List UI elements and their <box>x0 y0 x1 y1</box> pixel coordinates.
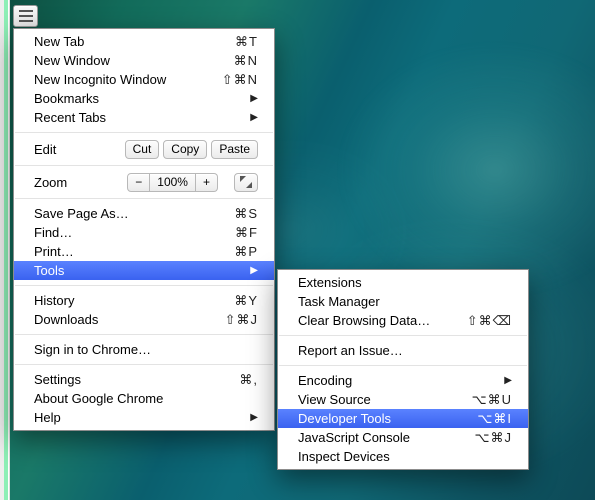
menu-separator <box>15 334 273 335</box>
menu-item-about[interactable]: About Google Chrome <box>14 389 274 408</box>
edit-copy-button[interactable]: Copy <box>163 140 207 159</box>
submenu-arrow-icon: ▶ <box>250 412 258 423</box>
menu-label: Inspect Devices <box>298 449 512 464</box>
submenu-item-js-console[interactable]: JavaScript Console ⌥⌘J <box>278 428 528 447</box>
menu-item-history[interactable]: History ⌘Y <box>14 291 274 310</box>
menu-separator <box>15 198 273 199</box>
menu-item-settings[interactable]: Settings ⌘, <box>14 370 274 389</box>
submenu-arrow-icon: ▶ <box>250 265 258 276</box>
submenu-arrow-icon: ▶ <box>250 112 258 123</box>
menu-label: Zoom <box>34 175 119 190</box>
browser-edge-strip <box>0 0 10 500</box>
menu-label: Find… <box>34 225 235 240</box>
menu-accel: ⌘S <box>234 206 258 222</box>
menu-label: Encoding <box>298 373 498 388</box>
submenu-item-encoding[interactable]: Encoding ▶ <box>278 371 528 390</box>
fullscreen-button[interactable] <box>234 173 258 192</box>
chrome-main-menu: New Tab ⌘T New Window ⌘N New Incognito W… <box>13 28 275 431</box>
menu-accel: ⌘, <box>239 372 258 388</box>
menu-separator <box>15 285 273 286</box>
menu-item-save-page[interactable]: Save Page As… ⌘S <box>14 204 274 223</box>
menu-label: Print… <box>34 244 234 259</box>
menu-item-recent-tabs[interactable]: Recent Tabs ▶ <box>14 108 274 127</box>
menu-label: Report an Issue… <box>298 343 512 358</box>
menu-separator <box>15 364 273 365</box>
menu-item-find[interactable]: Find… ⌘F <box>14 223 274 242</box>
menu-accel: ⌘T <box>235 34 258 50</box>
submenu-item-clear-data[interactable]: Clear Browsing Data… ⇧⌘⌫ <box>278 311 528 330</box>
menu-accel: ⌘P <box>234 244 258 260</box>
menu-item-bookmarks[interactable]: Bookmarks ▶ <box>14 89 274 108</box>
menu-label: View Source <box>298 392 472 407</box>
submenu-arrow-icon: ▶ <box>504 375 512 386</box>
menu-item-help[interactable]: Help ▶ <box>14 408 274 427</box>
menu-item-tools[interactable]: Tools ▶ <box>14 261 274 280</box>
menu-accel: ⇧⌘⌫ <box>467 313 512 329</box>
menu-label: Extensions <box>298 275 512 290</box>
zoom-level: 100% <box>150 173 196 192</box>
submenu-item-extensions[interactable]: Extensions <box>278 273 528 292</box>
menu-item-zoom: Zoom − 100% + <box>14 171 274 193</box>
submenu-arrow-icon: ▶ <box>250 93 258 104</box>
submenu-item-view-source[interactable]: View Source ⌥⌘U <box>278 390 528 409</box>
zoom-in-button[interactable]: + <box>196 173 218 192</box>
menu-item-new-incognito[interactable]: New Incognito Window ⇧⌘N <box>14 70 274 89</box>
menu-accel: ⌥⌘J <box>475 430 512 446</box>
menu-label: History <box>34 293 234 308</box>
menu-label: Clear Browsing Data… <box>298 313 467 328</box>
menu-label: Edit <box>34 142 117 157</box>
menu-accel: ⌘N <box>234 53 258 69</box>
menu-label: Sign in to Chrome… <box>34 342 258 357</box>
menu-label: About Google Chrome <box>34 391 258 406</box>
menu-accel: ⇧⌘N <box>222 72 258 88</box>
edit-cut-button[interactable]: Cut <box>125 140 160 159</box>
menu-item-sign-in[interactable]: Sign in to Chrome… <box>14 340 274 359</box>
menu-label: Recent Tabs <box>34 110 244 125</box>
menu-accel: ⌥⌘U <box>472 392 512 408</box>
submenu-item-developer-tools[interactable]: Developer Tools ⌥⌘I <box>278 409 528 428</box>
menu-label: Settings <box>34 372 239 387</box>
menu-label: New Incognito Window <box>34 72 222 87</box>
menu-label: JavaScript Console <box>298 430 475 445</box>
menu-label: Help <box>34 410 244 425</box>
fullscreen-icon <box>240 176 252 188</box>
menu-separator <box>279 365 527 366</box>
menu-item-new-window[interactable]: New Window ⌘N <box>14 51 274 70</box>
menu-accel: ⌘Y <box>234 293 258 309</box>
menu-item-downloads[interactable]: Downloads ⇧⌘J <box>14 310 274 329</box>
menu-accel: ⌘F <box>235 225 258 241</box>
menu-label: Task Manager <box>298 294 512 309</box>
tools-submenu: Extensions Task Manager Clear Browsing D… <box>277 269 529 470</box>
menu-label: Developer Tools <box>298 411 477 426</box>
menu-separator <box>15 165 273 166</box>
menu-accel: ⌥⌘I <box>477 411 512 427</box>
menu-label: Bookmarks <box>34 91 244 106</box>
menu-item-new-tab[interactable]: New Tab ⌘T <box>14 32 274 51</box>
menu-label: New Window <box>34 53 234 68</box>
menu-label: New Tab <box>34 34 235 49</box>
menu-separator <box>279 335 527 336</box>
menu-item-print[interactable]: Print… ⌘P <box>14 242 274 261</box>
zoom-out-button[interactable]: − <box>127 173 150 192</box>
submenu-item-report-issue[interactable]: Report an Issue… <box>278 341 528 360</box>
menu-label: Tools <box>34 263 244 278</box>
submenu-item-task-manager[interactable]: Task Manager <box>278 292 528 311</box>
submenu-item-inspect-devices[interactable]: Inspect Devices <box>278 447 528 466</box>
menu-separator <box>15 132 273 133</box>
menu-item-edit: Edit Cut Copy Paste <box>14 138 274 160</box>
chrome-menu-button[interactable] <box>13 5 38 27</box>
edit-paste-button[interactable]: Paste <box>211 140 258 159</box>
menu-label: Save Page As… <box>34 206 234 221</box>
menu-accel: ⇧⌘J <box>225 312 258 328</box>
menu-label: Downloads <box>34 312 225 327</box>
